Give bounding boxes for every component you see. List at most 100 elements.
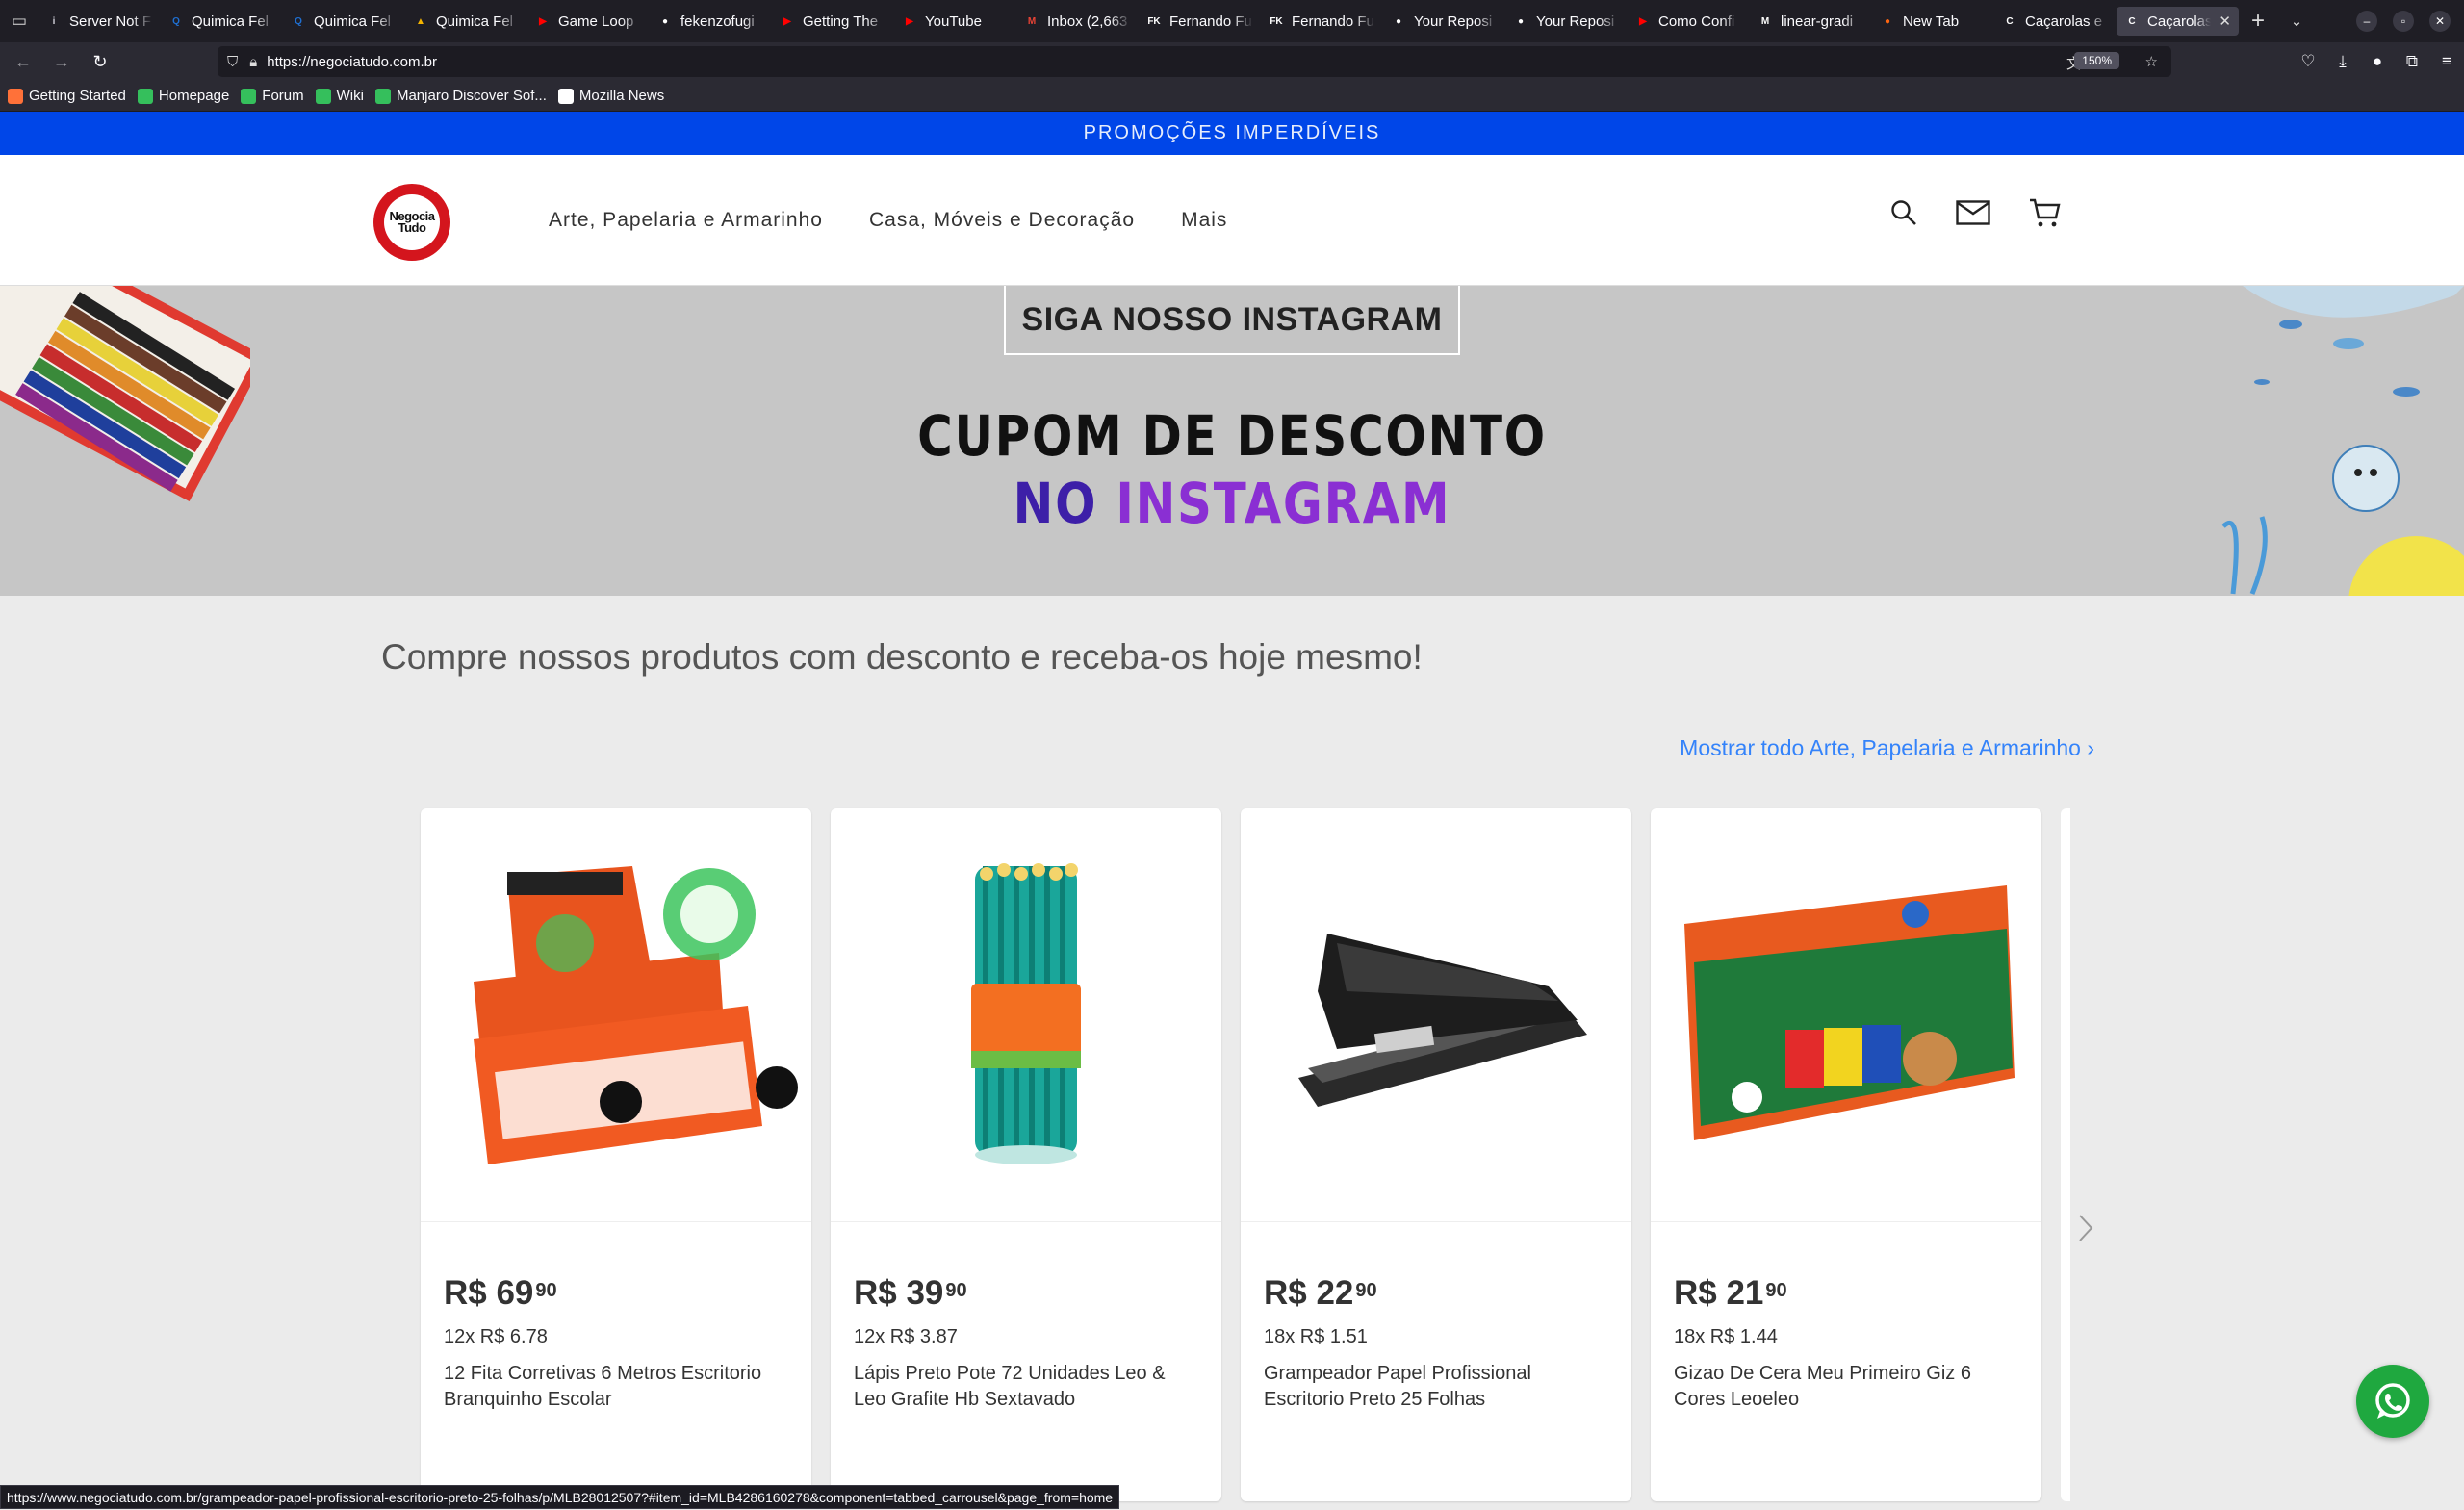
tab-label[interactable]: YouTube bbox=[925, 13, 1009, 30]
tab-label[interactable]: Game Loop bbox=[558, 13, 642, 30]
tab-favicon-icon: ▶ bbox=[1639, 15, 1647, 27]
address-bar[interactable]: ⛉ 🔒︎ https://negociatudo.com.br 文 150% ☆ bbox=[218, 46, 2171, 77]
browser-tab[interactable]: ● New Tab bbox=[1872, 7, 1994, 36]
bookmark-label[interactable]: Forum bbox=[262, 88, 303, 104]
bookmark-favicon-icon bbox=[557, 88, 574, 104]
tab-label[interactable]: fekenzofugi bbox=[680, 13, 764, 30]
tab-overview-icon[interactable]: ▭ bbox=[0, 0, 38, 42]
browser-tab[interactable]: ▶ YouTube bbox=[894, 7, 1016, 36]
bookmark-label[interactable]: Getting Started bbox=[29, 88, 126, 104]
tab-label[interactable]: Inbox (2,663 bbox=[1047, 13, 1131, 30]
product-card[interactable]: R$ 21 90 18x R$ 1.44 Gizao De Cera Meu Pr… bbox=[1651, 808, 2041, 1501]
promo-bar[interactable]: PROMOÇÕES IMPERDÍVEIS bbox=[0, 112, 2464, 155]
bookmark-label[interactable]: Mozilla News bbox=[579, 88, 664, 104]
browser-tab[interactable]: FK Fernando Fu bbox=[1139, 7, 1261, 36]
reload-icon[interactable]: ↻ bbox=[81, 42, 119, 81]
follow-instagram-button[interactable]: SIGA NOSSO INSTAGRAM bbox=[1004, 286, 1460, 355]
browser-tab[interactable]: C Caçarolas e bbox=[1994, 7, 2117, 36]
minimize-window-button[interactable]: – bbox=[2356, 11, 2377, 32]
menu-icon[interactable]: ≡ bbox=[2429, 52, 2464, 71]
product-image-stapler[interactable] bbox=[1241, 808, 1631, 1222]
lock-icon[interactable]: 🔒︎ bbox=[249, 54, 257, 70]
tab-label[interactable]: Caçarolas e bbox=[2025, 13, 2109, 30]
whatsapp-icon[interactable] bbox=[2356, 1365, 2429, 1438]
pocket-icon[interactable]: ♡ bbox=[2291, 52, 2325, 71]
browser-tab[interactable]: Q Quimica Fel bbox=[283, 7, 405, 36]
carousel-next-icon[interactable] bbox=[2071, 1209, 2100, 1247]
tab-label[interactable]: Quimica Fel bbox=[436, 13, 520, 30]
downloads-icon[interactable]: ⤓ bbox=[2325, 52, 2360, 71]
browser-tab[interactable]: ▶ Getting The bbox=[772, 7, 894, 36]
instagram-banner[interactable]: SIGA NOSSO INSTAGRAM CUPOM DE DESCONTO N… bbox=[0, 286, 2464, 596]
back-arrow-icon[interactable]: ← bbox=[4, 42, 42, 81]
browser-tab[interactable]: i Server Not F bbox=[38, 7, 161, 36]
browser-tab[interactable]: ● fekenzofugi bbox=[650, 7, 772, 36]
tab-label[interactable]: Como Confi bbox=[1658, 13, 1742, 30]
bookmark-item[interactable]: Wiki bbox=[315, 88, 364, 104]
zoom-level-badge[interactable]: 150% bbox=[2074, 52, 2119, 69]
show-all-label[interactable]: Mostrar todo Arte, Papelaria e Armarinho bbox=[1680, 735, 2081, 760]
list-all-tabs-icon[interactable]: ⌄ bbox=[2277, 13, 2316, 30]
browser-tab[interactable]: ● Your Reposi bbox=[1383, 7, 1505, 36]
url-text[interactable]: https://negociatudo.com.br bbox=[267, 54, 437, 70]
search-icon[interactable] bbox=[1890, 199, 1917, 226]
close-window-button[interactable]: ✕ bbox=[2429, 11, 2451, 32]
chevron-right-icon[interactable]: › bbox=[2087, 735, 2094, 760]
tab-label[interactable]: Quimica Fel bbox=[314, 13, 398, 30]
browser-tab[interactable]: FK Fernando Fu bbox=[1261, 7, 1383, 36]
bookmark-label[interactable]: Homepage bbox=[159, 88, 229, 104]
site-logo[interactable]: Negocia Tudo bbox=[373, 184, 450, 261]
product-card-partial[interactable] bbox=[2061, 808, 2070, 1501]
tab-label[interactable]: Quimica Fel bbox=[192, 13, 275, 30]
product-card[interactable]: R$ 22 90 18x R$ 1.51 Grampeador Papel Pro… bbox=[1241, 808, 1631, 1501]
product-image-crayons[interactable] bbox=[1651, 808, 2041, 1222]
bookmark-item[interactable]: Forum bbox=[241, 88, 304, 104]
bookmark-label[interactable]: Wiki bbox=[337, 88, 364, 104]
tab-label[interactable]: linear-gradi bbox=[1781, 13, 1864, 30]
browser-tab[interactable]: M Inbox (2,663 bbox=[1016, 7, 1139, 36]
product-title[interactable]: Gizao De Cera Meu Primeiro Giz 6 Cores L… bbox=[1674, 1361, 2020, 1413]
menu-item-mais[interactable]: Mais bbox=[1181, 209, 1227, 232]
bookmark-item[interactable]: Homepage bbox=[137, 88, 229, 104]
browser-tab[interactable]: Q Quimica Fel bbox=[161, 7, 283, 36]
tab-label[interactable]: Getting The bbox=[803, 13, 886, 30]
maximize-window-button[interactable]: ▫ bbox=[2393, 11, 2414, 32]
forward-arrow-icon[interactable]: → bbox=[42, 42, 81, 81]
browser-tab[interactable]: ▶ Como Confi bbox=[1628, 7, 1750, 36]
show-all-link[interactable]: Mostrar todo Arte, Papelaria e Armarinho… bbox=[1680, 735, 2094, 761]
menu-item-casa-moveis[interactable]: Casa, Móveis e Decoração bbox=[869, 209, 1135, 232]
extensions-icon[interactable]: ⧉ bbox=[2395, 52, 2429, 71]
account-icon[interactable]: ● bbox=[2360, 52, 2395, 71]
tab-label[interactable]: New Tab bbox=[1903, 13, 1987, 30]
browser-tab[interactable]: C Caçarolas ✕ bbox=[2117, 7, 2239, 36]
tab-label[interactable]: Your Reposi bbox=[1414, 13, 1498, 30]
tab-label[interactable]: Server Not F bbox=[69, 13, 153, 30]
tab-label[interactable]: Fernando Fu bbox=[1292, 13, 1375, 30]
browser-tab[interactable]: ● Your Reposi bbox=[1505, 7, 1628, 36]
bookmark-star-icon[interactable]: ☆ bbox=[2145, 53, 2158, 70]
cart-icon[interactable] bbox=[2029, 197, 2062, 228]
tracking-shield-icon[interactable]: ⛉ bbox=[227, 54, 238, 70]
menu-item-arte-papelaria[interactable]: Arte, Papelaria e Armarinho bbox=[549, 209, 823, 232]
product-title[interactable]: 12 Fita Corretivas 6 Metros Escritorio B… bbox=[444, 1361, 790, 1413]
browser-tab[interactable]: Mlinear-gradi bbox=[1750, 7, 1872, 36]
mail-icon[interactable] bbox=[1956, 200, 1990, 225]
product-title[interactable]: Lápis Preto Pote 72 Unidades Leo & Leo G… bbox=[854, 1361, 1200, 1413]
product-card[interactable]: R$ 69 90 12x R$ 6.78 12 Fita Corretivas 6… bbox=[421, 808, 811, 1501]
product-image-correction-tape[interactable] bbox=[421, 808, 811, 1222]
bookmark-item[interactable]: Getting Started bbox=[8, 88, 126, 104]
product-card[interactable]: R$ 39 90 12x R$ 3.87 Lápis Preto Pote 72 … bbox=[831, 808, 1221, 1501]
product-title[interactable]: Grampeador Papel Profissional Escritorio… bbox=[1264, 1361, 1610, 1413]
close-tab-icon[interactable]: ✕ bbox=[2219, 13, 2231, 30]
new-tab-button[interactable]: + bbox=[2239, 8, 2277, 35]
browser-tab[interactable]: ▲ Quimica Fel bbox=[405, 7, 527, 36]
browser-tab[interactable]: ▶ Game Loop bbox=[527, 7, 650, 36]
product-image-pencils[interactable] bbox=[831, 808, 1221, 1222]
tab-label[interactable]: Fernando Fu bbox=[1169, 13, 1253, 30]
bookmark-item[interactable]: Manjaro Discover Sof... bbox=[374, 88, 547, 104]
promo-text[interactable]: PROMOÇÕES IMPERDÍVEIS bbox=[1084, 122, 1381, 143]
bookmark-item[interactable]: Mozilla News bbox=[557, 88, 664, 104]
tab-label[interactable]: Your Reposi bbox=[1536, 13, 1620, 30]
tab-label[interactable]: Caçarolas bbox=[2147, 13, 2211, 30]
bookmark-label[interactable]: Manjaro Discover Sof... bbox=[397, 88, 547, 104]
